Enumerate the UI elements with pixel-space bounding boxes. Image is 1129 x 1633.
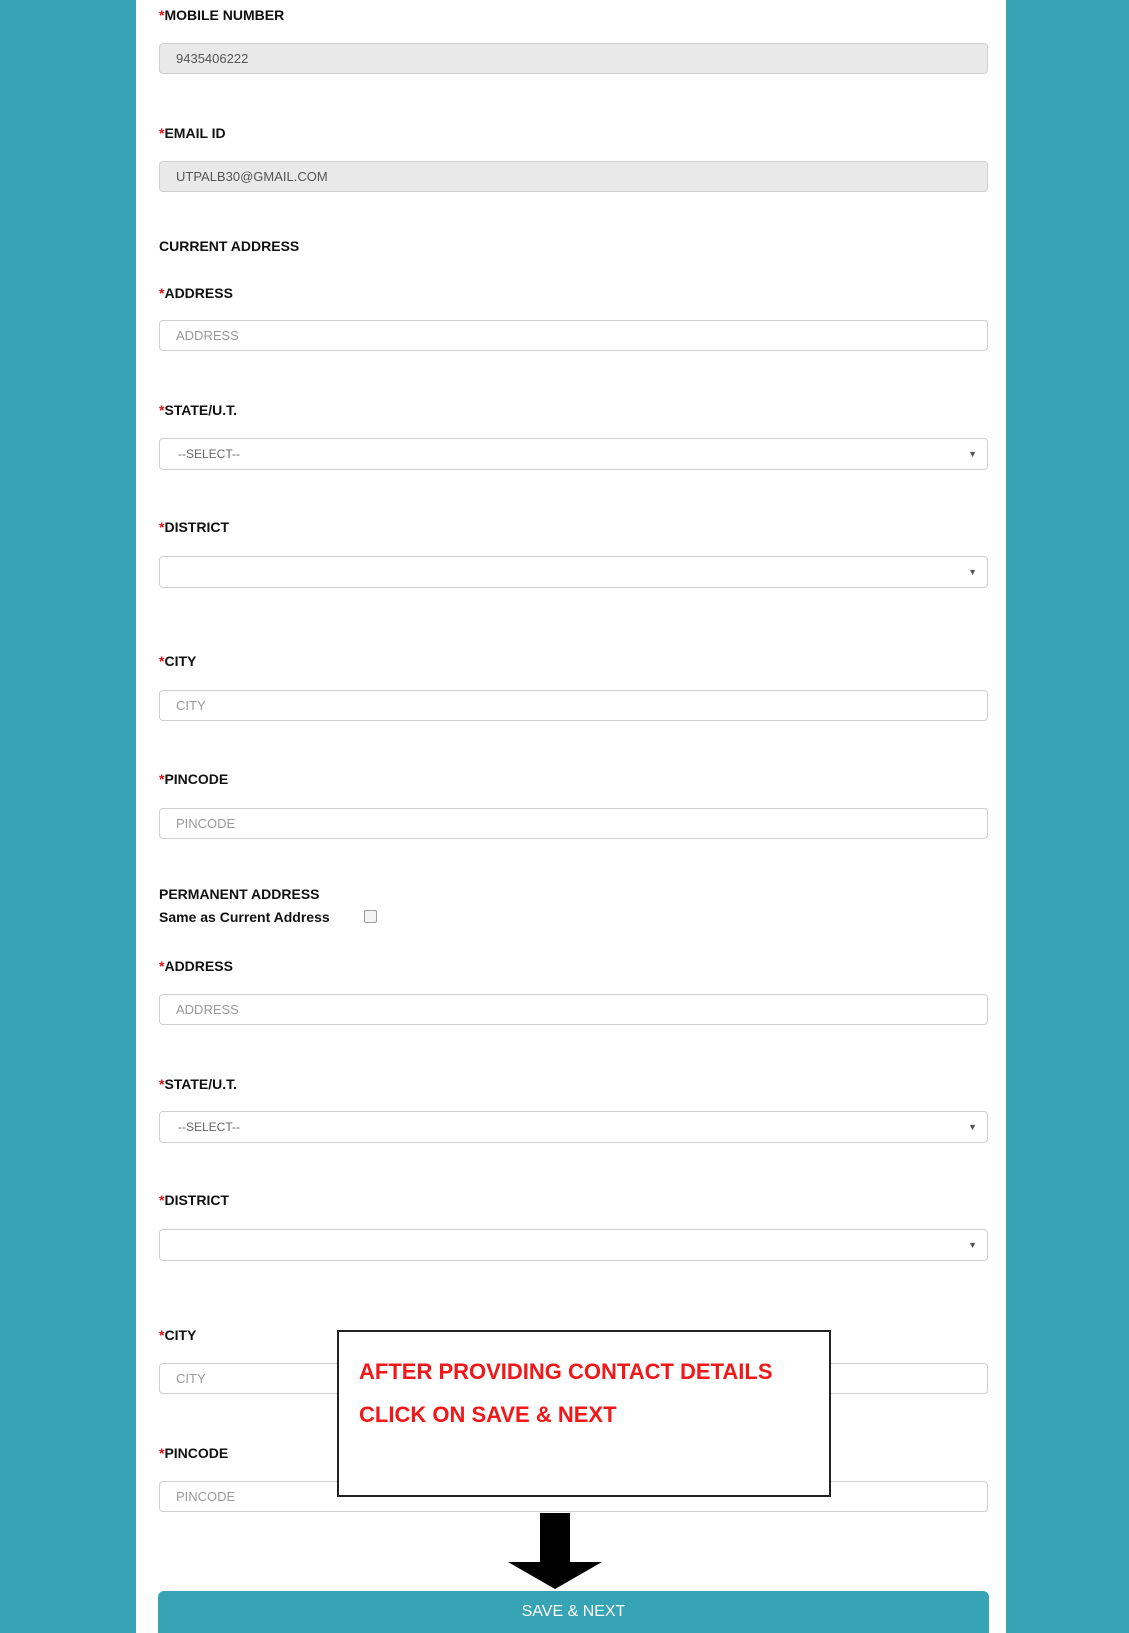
- save-next-button[interactable]: SAVE & NEXT: [158, 1591, 989, 1633]
- permanent-district-label: *DISTRICT: [159, 1192, 230, 1208]
- mobile-number-field[interactable]: [159, 43, 988, 74]
- mobile-number-label: *MOBILE NUMBER: [159, 7, 285, 23]
- callout-line-2: CLICK ON SAVE & NEXT: [359, 1402, 617, 1427]
- callout-line-1: AFTER PROVIDING CONTACT DETAILS: [359, 1359, 773, 1384]
- permanent-pincode-label: *PINCODE: [159, 1445, 229, 1461]
- email-id-field[interactable]: [159, 161, 988, 192]
- current-state-label: *STATE/U.T.: [159, 402, 238, 418]
- permanent-city-label: *CITY: [159, 1327, 197, 1343]
- chevron-down-icon: ▼: [968, 1240, 977, 1250]
- current-address-label: *ADDRESS: [159, 285, 233, 301]
- down-arrow-icon: [540, 1513, 570, 1563]
- current-state-select[interactable]: --SELECT-- ▼: [159, 438, 988, 470]
- chevron-down-icon: ▼: [968, 1122, 977, 1132]
- down-arrow-head-icon: [508, 1562, 602, 1589]
- same-as-current-checkbox[interactable]: [364, 910, 377, 923]
- current-pincode-input[interactable]: [159, 808, 988, 839]
- current-district-select[interactable]: ▼: [159, 556, 988, 588]
- email-id-label: *EMAIL ID: [159, 125, 226, 141]
- current-address-heading: CURRENT ADDRESS: [159, 238, 300, 254]
- permanent-address-heading: PERMANENT ADDRESS: [159, 886, 320, 902]
- chevron-down-icon: ▼: [968, 449, 977, 459]
- permanent-district-select[interactable]: ▼: [159, 1229, 988, 1261]
- permanent-address-label: *ADDRESS: [159, 958, 233, 974]
- current-pincode-label: *PINCODE: [159, 771, 229, 787]
- current-address-input[interactable]: [159, 320, 988, 351]
- current-city-label: *CITY: [159, 653, 197, 669]
- instruction-callout: AFTER PROVIDING CONTACT DETAILS CLICK ON…: [337, 1330, 831, 1497]
- current-district-label: *DISTRICT: [159, 519, 230, 535]
- current-state-selected: --SELECT--: [178, 447, 241, 461]
- current-city-input[interactable]: [159, 690, 988, 721]
- chevron-down-icon: ▼: [968, 567, 977, 577]
- permanent-state-label: *STATE/U.T.: [159, 1076, 238, 1092]
- same-as-current-label: Same as Current Address: [159, 909, 330, 925]
- permanent-state-select[interactable]: --SELECT-- ▼: [159, 1111, 988, 1143]
- permanent-state-selected: --SELECT--: [178, 1120, 241, 1134]
- permanent-address-input[interactable]: [159, 994, 988, 1025]
